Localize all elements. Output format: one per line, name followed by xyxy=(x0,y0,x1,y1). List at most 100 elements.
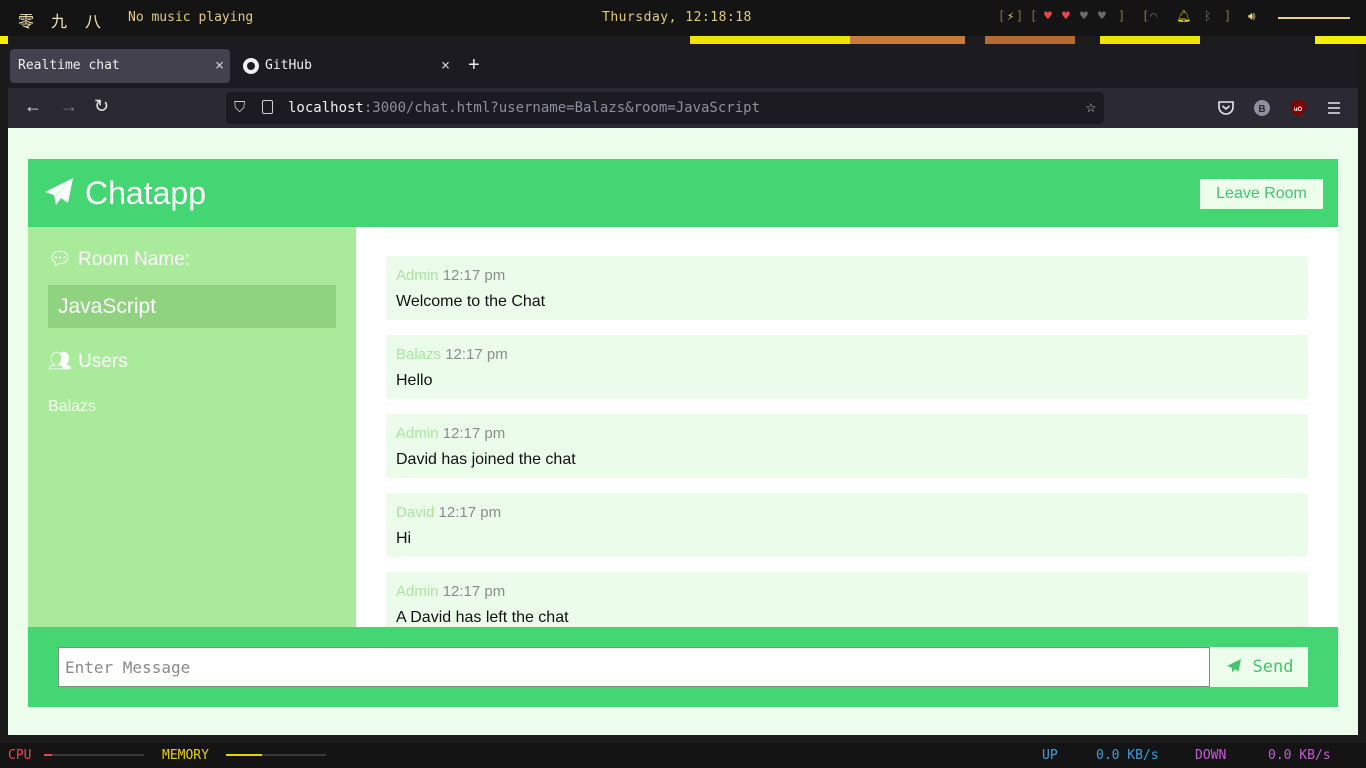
navigation-toolbar: ← → ↻ ⛉ localhost:3000/chat.html?usernam… xyxy=(8,88,1358,128)
bell-icon[interactable]: 🔔︎ xyxy=(1176,9,1191,23)
users-heading: 👥︎ Users xyxy=(48,349,128,373)
send-button[interactable]: Send xyxy=(1210,647,1308,687)
cpu-meter xyxy=(44,754,144,756)
message-time: 12:17 pm xyxy=(438,504,502,521)
tray-bracket-close: ] xyxy=(1224,9,1232,23)
back-icon[interactable]: ← xyxy=(24,96,42,117)
bluetooth-icon[interactable]: ᛒ xyxy=(1204,9,1211,23)
wifi-icon[interactable]: ◠ xyxy=(1150,9,1157,23)
memory-meter xyxy=(226,754,326,756)
heart-half-icon: ♥ xyxy=(1062,9,1070,24)
clock: Thursday, 12:18:18 xyxy=(602,10,752,25)
wallpaper-strip xyxy=(0,36,1366,44)
message: Admin 12:17 pm David has joined the chat xyxy=(386,414,1308,478)
heart-empty-icon: ♥ xyxy=(1098,9,1106,24)
heart-full-icon: ♥ xyxy=(1044,9,1052,24)
message-author: Admin xyxy=(396,425,439,442)
svg-text:uO: uO xyxy=(1294,107,1303,113)
tab-title: GitHub xyxy=(265,58,312,73)
upload-label: UP xyxy=(1042,748,1058,763)
system-bottom-bar: CPU MEMORY UP 0.0 KB/s DOWN 0.0 KB/s xyxy=(0,743,1366,768)
tray-bracket-open: [ xyxy=(998,9,1006,23)
workspace-2[interactable]: 九 xyxy=(51,8,67,32)
download-rate: 0.0 KB/s xyxy=(1268,748,1331,763)
message-text: Hi xyxy=(396,530,412,547)
tray-bracket-open: [ xyxy=(1142,9,1150,23)
profile-extension-icon[interactable]: B xyxy=(1253,99,1271,117)
app-title: Chatapp xyxy=(85,175,206,211)
tray-bracket-close: ] xyxy=(1118,9,1126,23)
message: Balazs 12:17 pm Hello xyxy=(386,335,1308,399)
user-list-item: Balazs xyxy=(48,398,97,415)
workspace-1[interactable]: 零 xyxy=(18,8,34,32)
tray-bracket-close: ] xyxy=(1016,9,1024,23)
paper-plane-icon xyxy=(1226,659,1241,673)
address-bar[interactable]: ⛉ localhost:3000/chat.html?username=Bala… xyxy=(226,92,1104,124)
paper-plane-icon xyxy=(45,178,73,205)
tab-github[interactable]: GitHub × xyxy=(236,49,456,83)
battery-charging-icon: ⚡ xyxy=(1007,9,1015,23)
chat-app: Chatapp Leave Room 💬︎ Room Name: JavaScri… xyxy=(28,159,1338,707)
music-status: No music playing xyxy=(128,10,254,25)
message-time: 12:17 pm xyxy=(445,346,508,363)
chat-sidebar: 💬︎ Room Name: JavaScript 👥︎ Users Balazs xyxy=(28,227,356,627)
message: David 12:17 pm Hi xyxy=(386,493,1308,557)
message-text: Hello xyxy=(396,372,433,389)
room-heading-label: Room Name: xyxy=(78,249,191,270)
svg-text:B: B xyxy=(1258,104,1265,115)
tab-title: Realtime chat xyxy=(18,58,120,73)
system-top-bar: 零 九 八 No music playing Thursday, 12:18:1… xyxy=(0,0,1366,36)
bookmark-star-icon[interactable]: ☆ xyxy=(1086,97,1096,117)
pocket-icon[interactable] xyxy=(1217,99,1235,117)
memory-meter-fill xyxy=(226,754,262,756)
message-list[interactable]: Admin 12:17 pm Welcome to the Chat Balaz… xyxy=(356,227,1338,627)
tab-strip: Realtime chat × GitHub × + xyxy=(8,44,1358,88)
new-tab-button[interactable]: + xyxy=(468,54,480,77)
tab-realtime-chat[interactable]: Realtime chat × xyxy=(10,49,230,83)
comments-icon: 💬︎ xyxy=(48,249,73,270)
send-label: Send xyxy=(1252,657,1294,677)
workspace-3[interactable]: 八 xyxy=(85,8,101,32)
message-time: 12:17 pm xyxy=(442,267,506,284)
close-tab-icon[interactable]: × xyxy=(441,56,450,74)
ublock-origin-icon[interactable]: uO xyxy=(1289,99,1307,117)
message-author: Balazs xyxy=(396,346,442,363)
message: Admin 12:17 pm Welcome to the Chat xyxy=(386,256,1308,320)
reload-icon[interactable]: ↻ xyxy=(94,96,109,117)
cpu-label: CPU xyxy=(8,748,32,763)
url-host: localhost xyxy=(288,100,364,116)
download-label: DOWN xyxy=(1195,748,1227,763)
message-time: 12:17 pm xyxy=(442,583,506,600)
message-composer: Send xyxy=(28,627,1338,707)
message-text: A David has left the chat xyxy=(396,609,569,626)
hamburger-menu-icon[interactable] xyxy=(1325,99,1343,117)
volume-icon[interactable]: 🔊︎ xyxy=(1248,9,1256,24)
upload-rate: 0.0 KB/s xyxy=(1096,748,1159,763)
volume-slider[interactable] xyxy=(1278,17,1350,19)
message-text: Welcome to the Chat xyxy=(396,293,546,310)
message-author: Admin xyxy=(396,267,439,284)
room-name: JavaScript xyxy=(48,285,336,328)
tracking-protection-icon[interactable]: ⛉ xyxy=(234,98,245,116)
leave-room-button[interactable]: Leave Room xyxy=(1200,179,1323,209)
message-input[interactable] xyxy=(58,647,1210,687)
url-path: :3000/chat.html?username=Balazs&room=Jav… xyxy=(363,100,761,116)
github-icon xyxy=(243,58,259,74)
page-info-icon[interactable] xyxy=(262,100,273,114)
forward-icon[interactable]: → xyxy=(60,96,78,117)
users-heading-label: Users xyxy=(78,351,128,372)
message-author: David xyxy=(396,504,435,521)
message-text: David has joined the chat xyxy=(396,451,576,468)
close-tab-icon[interactable]: × xyxy=(215,56,224,74)
memory-label: MEMORY xyxy=(162,748,209,763)
web-page: Chatapp Leave Room 💬︎ Room Name: JavaScri… xyxy=(8,128,1358,735)
users-icon: 👥︎ xyxy=(48,351,73,372)
message-time: 12:17 pm xyxy=(442,425,506,442)
heart-empty-icon: ♥ xyxy=(1080,9,1088,24)
room-heading: 💬︎ Room Name: xyxy=(48,247,190,271)
chat-header: Chatapp Leave Room xyxy=(28,159,1338,227)
cpu-meter-fill xyxy=(44,754,52,756)
message-author: Admin xyxy=(396,583,439,600)
app-logo: Chatapp xyxy=(43,175,206,212)
tray-bracket-open: [ xyxy=(1030,9,1038,23)
